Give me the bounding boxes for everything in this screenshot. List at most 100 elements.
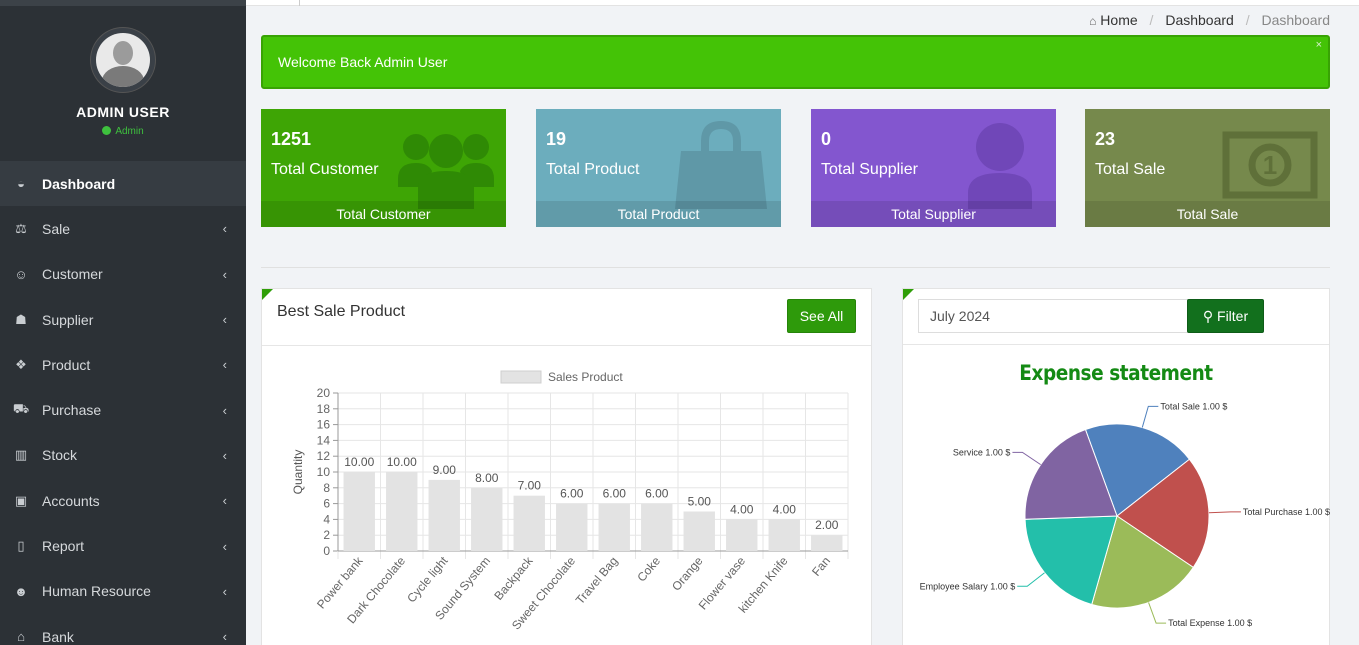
card-label: Total Product [546, 161, 640, 178]
best-sale-product-panel: Best Sale Product See All Sales Product 0… [261, 288, 872, 645]
user-icon [968, 123, 1032, 209]
cubes-icon: ❖ [15, 356, 27, 372]
sidebar-item-report[interactable]: ▯ Report ‹ [0, 523, 246, 568]
breadcrumb-parent[interactable]: Dashboard [1165, 12, 1234, 28]
sidebar-item-bank[interactable]: ⌂ Bank ‹ [0, 614, 246, 645]
bar-data-label: 6.00 [645, 487, 669, 501]
user-profile: ADMIN USER Admin [0, 6, 246, 161]
card-footer[interactable]: Total Product [536, 201, 781, 227]
sidebar-item-label: Stock [42, 447, 78, 464]
breadcrumb: ⌂ Home / Dashboard / Dashboard [1089, 12, 1330, 28]
chevron-left-icon: ‹ [222, 447, 227, 463]
x-tick-label: Backpack [491, 553, 536, 603]
total-sale-card[interactable]: 1 23 Total Sale Total Sale [1085, 109, 1330, 227]
svg-text:1: 1 [1263, 150, 1277, 180]
home-icon: ⌂ [1089, 14, 1097, 28]
legend-label: Sales Product [548, 370, 623, 384]
bar-data-label: 6.00 [603, 487, 627, 501]
card-label: Total Customer [271, 161, 379, 178]
sidebar-item-purchase[interactable]: ⛟ Purchase ‹ [0, 387, 246, 432]
sidebar-item-label: Customer [42, 266, 103, 283]
see-all-button[interactable]: See All [787, 299, 856, 333]
y-tick-label: 6 [323, 497, 330, 511]
bar-data-label: 10.00 [387, 455, 417, 469]
breadcrumb-separator: / [1245, 12, 1250, 28]
legend-swatch [500, 370, 542, 384]
users-icon: ☻ [14, 583, 28, 599]
sidebar-item-label: Bank [42, 628, 74, 645]
sidebar-item-customer[interactable]: ☺ Customer ‹ [0, 252, 246, 297]
y-tick-label: 20 [317, 386, 331, 400]
chevron-left-icon: ‹ [222, 266, 227, 282]
expense-statement-panel: July 2024 ⚲ Filter Expense statement Tot… [902, 288, 1330, 645]
bar-data-label: 2.00 [815, 518, 839, 532]
bar [726, 519, 758, 551]
month-input[interactable]: July 2024 [918, 299, 1188, 333]
card-label: Total Sale [1095, 161, 1166, 178]
sidebar-item-accounts[interactable]: ▣ Accounts ‹ [0, 478, 246, 523]
sidebar-item-label: Supplier [42, 311, 94, 328]
dashboard-icon: ◒ [17, 176, 25, 192]
breadcrumb-current: Dashboard [1261, 12, 1331, 28]
bar [513, 495, 545, 551]
filter-button-label: Filter [1217, 308, 1249, 324]
pie-leader-line [1017, 572, 1045, 587]
y-tick-label: 0 [323, 544, 330, 558]
money-icon: ▣ [14, 492, 28, 508]
card-label: Total Supplier [821, 161, 918, 178]
bar-chart-icon: ▥ [14, 447, 28, 463]
breadcrumb-home[interactable]: Home [1100, 12, 1137, 28]
card-footer[interactable]: Total Customer [261, 201, 506, 227]
shopping-bag-icon [675, 121, 767, 209]
y-tick-label: 8 [323, 481, 330, 495]
card-value: 0 [821, 129, 832, 149]
best-sale-bar-chart: Sales Product 0 2 46 8 10 12 1416 18 20 Quantity 10… [291, 370, 849, 632]
panel-title: Best Sale Product [277, 303, 406, 320]
bar [683, 511, 715, 551]
pie-slice-label: Employee Salary 1.00 $ [920, 581, 1016, 591]
bar-data-label: 7.00 [518, 479, 542, 493]
chevron-left-icon: ‹ [222, 493, 227, 509]
sidebar-item-supplier[interactable]: ☗ Supplier ‹ [0, 297, 246, 342]
bar [598, 503, 630, 551]
money-bill-icon: 1 [1222, 131, 1318, 199]
bar-data-label: 5.00 [688, 495, 712, 509]
cart-icon: ⛟ [12, 401, 30, 417]
total-supplier-card[interactable]: 0 Total Supplier Total Supplier [811, 109, 1056, 227]
sidebar-item-sale[interactable]: ⚖ Sale ‹ [0, 206, 246, 251]
bar [641, 503, 673, 551]
breadcrumb-separator: / [1149, 12, 1154, 28]
supplier-icon: ☗ [15, 311, 27, 327]
y-tick-label: 10 [317, 465, 331, 479]
bar-data-label: 6.00 [560, 487, 584, 501]
sidebar-item-stock[interactable]: ▥ Stock ‹ [0, 433, 246, 478]
bar [343, 472, 375, 551]
total-product-card[interactable]: 19 Total Product Total Product [536, 109, 781, 227]
avatar[interactable] [91, 28, 155, 92]
card-footer[interactable]: Total Sale [1085, 201, 1330, 227]
sidebar-item-human-resource[interactable]: ☻ Human Resource ‹ [0, 569, 246, 614]
expense-pie-chart: Total Sale 1.00 $ Total Purchase 1.00 $ To… [920, 401, 1330, 628]
pie-leader-line [1148, 602, 1167, 624]
filter-button[interactable]: ⚲ Filter [1187, 299, 1264, 333]
sidebar-item-product[interactable]: ❖ Product ‹ [0, 342, 246, 387]
avatar-image [96, 33, 150, 87]
chevron-left-icon: ‹ [222, 357, 227, 373]
card-footer[interactable]: Total Supplier [811, 201, 1056, 227]
x-tick-label: Orange [669, 554, 706, 594]
card-value: 1251 [271, 129, 312, 149]
bar [811, 535, 843, 551]
pie-leader-line [1208, 511, 1241, 514]
x-tick-label: Travel Bag [573, 554, 621, 607]
bar-data-label: 8.00 [475, 471, 499, 485]
bar [471, 487, 503, 551]
x-tick-label: Coke [634, 554, 663, 585]
tab-stub[interactable] [246, 0, 300, 6]
x-tick-label: Cycle light [404, 553, 451, 605]
chevron-left-icon: ‹ [222, 402, 227, 418]
bank-icon: ⌂ [17, 629, 25, 645]
bar-data-label: 4.00 [730, 502, 754, 516]
close-icon[interactable]: × [1316, 39, 1322, 51]
total-customer-card[interactable]: 1251 Total Customer Total Customer [261, 109, 506, 227]
sidebar-item-dashboard[interactable]: ◒ Dashboard [0, 161, 246, 207]
